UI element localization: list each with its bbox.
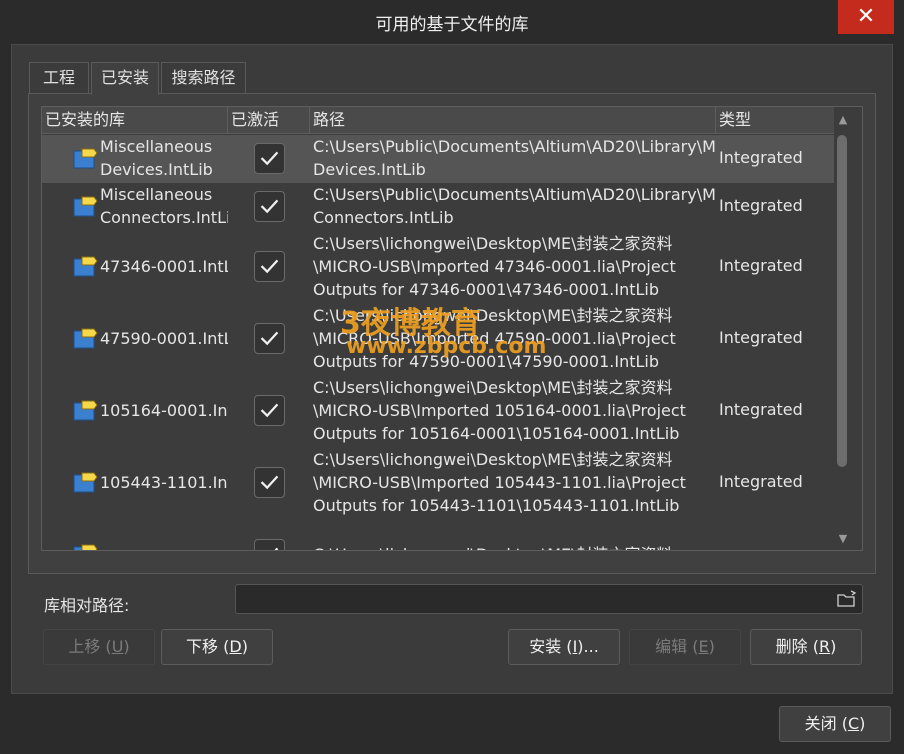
remove-hotkey: R bbox=[818, 637, 831, 656]
active-checkbox[interactable] bbox=[254, 395, 285, 426]
library-name: 47346-0001.IntLib bbox=[100, 257, 228, 276]
library-type: Integrated bbox=[719, 472, 803, 491]
table-row[interactable]: Miscellaneous Devices.IntLib C:\Users\Pub… bbox=[42, 135, 835, 183]
table-row[interactable]: 47346-0001.IntLib C:\Users\lichongwei\Des… bbox=[42, 231, 835, 303]
remove-tail: ) bbox=[830, 637, 837, 656]
column-header-type[interactable]: 类型 bbox=[716, 107, 835, 134]
scroll-up-icon[interactable]: ▲ bbox=[836, 113, 850, 127]
library-path: C:\Users\lichongwei\Desktop\ME\封装之家资料 \M… bbox=[313, 306, 676, 371]
library-type: Integrated bbox=[719, 328, 803, 347]
install-tail: )... bbox=[577, 637, 599, 656]
close-label: 关闭 ( bbox=[804, 714, 848, 733]
close-tail: ) bbox=[859, 714, 866, 733]
check-icon bbox=[260, 331, 279, 346]
library-name: 47590-0001.IntLib bbox=[100, 329, 228, 348]
library-type: Integrated bbox=[719, 196, 803, 215]
move-up-button[interactable]: 上移 (U) bbox=[43, 629, 155, 665]
library-icon bbox=[68, 327, 98, 351]
check-icon bbox=[260, 199, 279, 214]
library-icon bbox=[68, 255, 98, 279]
active-checkbox[interactable] bbox=[254, 143, 285, 174]
check-icon bbox=[260, 151, 279, 166]
active-checkbox[interactable] bbox=[254, 467, 285, 498]
library-type: Integrated bbox=[719, 400, 803, 419]
library-path: C:\Users\lichongwei\Desktop\ME\封装之家资料 bbox=[313, 543, 716, 550]
check-icon bbox=[274, 547, 279, 550]
move-down-button[interactable]: 下移 (D) bbox=[161, 629, 273, 665]
relative-path-label: 库相对路径: bbox=[44, 596, 130, 615]
library-name: Miscellaneous Devices.IntLib bbox=[100, 137, 213, 179]
table-row[interactable]: 47590-0001.IntLib C:\Users\lichongwei\Des… bbox=[42, 303, 835, 375]
library-icon bbox=[68, 471, 98, 495]
library-name: 105443-1101.IntLib bbox=[100, 473, 228, 492]
remove-label: 删除 ( bbox=[775, 637, 819, 656]
move-down-hotkey: D bbox=[229, 637, 242, 656]
table-row[interactable]: 105164-0001.IntLib C:\Users\lichongwei\De… bbox=[42, 375, 835, 447]
library-path: C:\Users\lichongwei\Desktop\ME\封装之家资料 \M… bbox=[313, 378, 686, 443]
tab-project[interactable]: 工程 bbox=[29, 62, 89, 94]
library-path: C:\Users\Public\Documents\Altium\AD20\Li… bbox=[313, 137, 716, 179]
library-icon bbox=[68, 399, 98, 423]
column-header-library[interactable]: 已安装的库 bbox=[42, 107, 228, 134]
check-icon bbox=[260, 259, 279, 274]
edit-label: 编辑 ( bbox=[655, 637, 699, 656]
active-checkbox[interactable] bbox=[254, 539, 285, 550]
library-type: Integrated bbox=[719, 148, 803, 167]
library-icon bbox=[68, 195, 98, 219]
library-icon bbox=[68, 543, 98, 550]
table-row[interactable]: Miscellaneous Connectors.IntLib C:\Users\… bbox=[42, 183, 835, 231]
move-up-hotkey: U bbox=[111, 637, 124, 656]
active-checkbox[interactable] bbox=[254, 251, 285, 282]
library-path: C:\Users\lichongwei\Desktop\ME\封装之家资料 \M… bbox=[313, 450, 686, 515]
check-icon bbox=[260, 403, 279, 418]
library-name: 105164-0001.IntLib bbox=[100, 401, 228, 420]
vertical-scrollbar[interactable]: ▲ ▼ bbox=[834, 107, 862, 550]
column-header-active[interactable]: 已激活 bbox=[228, 107, 310, 134]
move-up-label: 上移 ( bbox=[68, 637, 112, 656]
install-button[interactable]: 安装 (I)... bbox=[508, 629, 620, 665]
title-bar: 可用的基于文件的库 ✕ bbox=[0, 0, 904, 42]
window-close-button[interactable]: ✕ bbox=[838, 0, 894, 34]
check-icon bbox=[260, 475, 279, 490]
edit-tail: ) bbox=[708, 637, 715, 656]
close-button[interactable]: 关闭 (C) bbox=[779, 706, 891, 742]
move-down-label: 下移 ( bbox=[186, 637, 230, 656]
install-label: 安装 ( bbox=[529, 637, 573, 656]
library-path: C:\Users\Public\Documents\Altium\AD20\Li… bbox=[313, 185, 716, 227]
move-down-tail: ) bbox=[241, 637, 248, 656]
move-up-tail: ) bbox=[123, 637, 130, 656]
active-checkbox[interactable] bbox=[254, 323, 285, 354]
installed-libraries-grid[interactable]: 已安装的库 已激活 路径 类型 Miscellaneous Devices.In… bbox=[41, 106, 863, 551]
scrollbar-thumb[interactable] bbox=[837, 135, 847, 467]
table-row[interactable]: 105443-1101.IntLib C:\Users\lichongwei\De… bbox=[42, 447, 835, 519]
column-header-path[interactable]: 路径 bbox=[310, 107, 716, 134]
library-type: Integrated bbox=[719, 256, 803, 275]
grid-header: 已安装的库 已激活 路径 类型 bbox=[42, 107, 835, 134]
window-title: 可用的基于文件的库 bbox=[375, 15, 529, 35]
remove-button[interactable]: 删除 (R) bbox=[750, 629, 862, 665]
browse-folder-icon[interactable] bbox=[836, 590, 858, 608]
relative-path-input[interactable] bbox=[235, 584, 863, 614]
edit-button[interactable]: 编辑 (E) bbox=[629, 629, 741, 665]
table-row[interactable]: C:\Users\lichongwei\Desktop\ME\封装之家资料 bbox=[42, 519, 835, 550]
library-path: C:\Users\lichongwei\Desktop\ME\封装之家资料 \M… bbox=[313, 234, 676, 299]
library-name: Miscellaneous Connectors.IntLib bbox=[100, 185, 228, 227]
close-hotkey: C bbox=[847, 714, 860, 733]
library-icon bbox=[68, 147, 98, 171]
scroll-down-icon[interactable]: ▼ bbox=[836, 532, 850, 546]
edit-hotkey: E bbox=[698, 637, 709, 656]
tab-search-path[interactable]: 搜索路径 bbox=[161, 62, 246, 94]
active-checkbox[interactable] bbox=[254, 191, 285, 222]
tab-installed[interactable]: 已安装 bbox=[91, 62, 159, 95]
